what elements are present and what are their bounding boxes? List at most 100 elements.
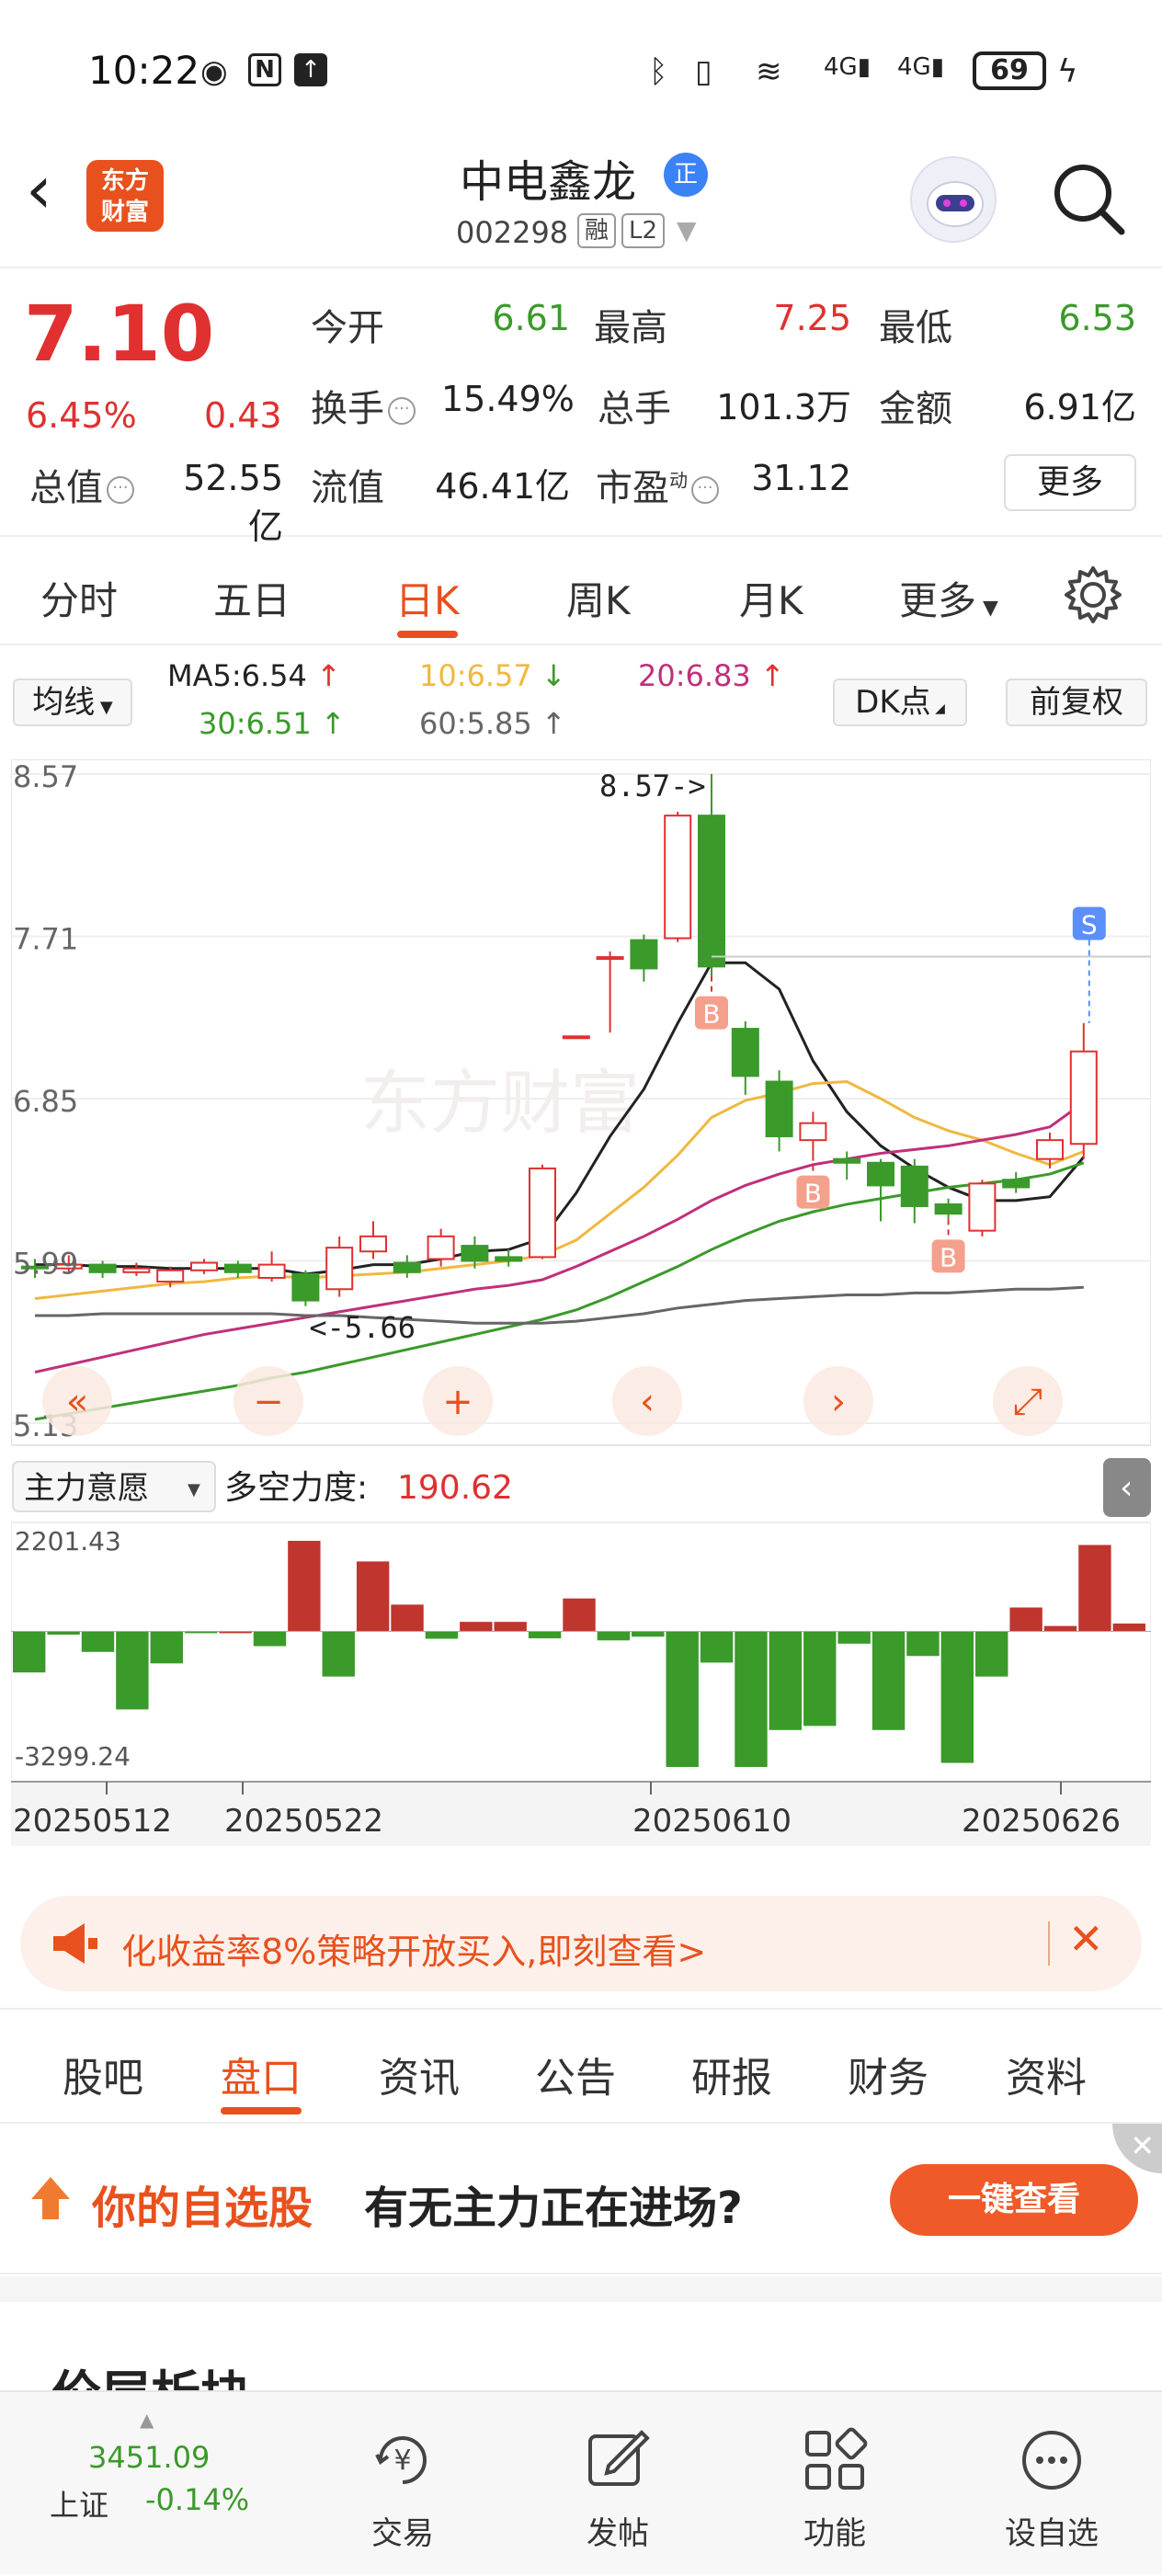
y-tick-label: 6.85 xyxy=(13,1084,78,1119)
tab-rik[interactable]: 日K xyxy=(395,570,460,626)
tab-wuri[interactable]: 五日 xyxy=(213,570,290,626)
subtab-guba[interactable]: 股吧 xyxy=(63,2045,143,2103)
subtab-zixun[interactable]: 资讯 xyxy=(379,2045,460,2103)
one-click-view-button[interactable]: 一键查看 xyxy=(890,2164,1138,2236)
nav-post[interactable]: 发帖 xyxy=(526,2392,710,2576)
ma60-text: 60:5.85 xyxy=(419,706,532,741)
megaphone-icon xyxy=(48,1916,103,1971)
kline-chart-svg[interactable]: 东方财富8.57-><-5.66BBBS8.577.716.855.995.13… xyxy=(10,758,1152,1872)
chevron-right-icon-glyph[interactable]: › xyxy=(831,1381,846,1423)
tab-yuek[interactable]: 月K xyxy=(739,570,803,626)
float-label: 流值 xyxy=(311,467,384,509)
zheng-badge: 正 xyxy=(664,153,708,197)
promo-question: 有无主力正在进场? xyxy=(364,2183,743,2234)
back-icon[interactable]: ‹ xyxy=(26,156,52,222)
indicator-bar xyxy=(906,1631,940,1657)
indicator-value: 190.62 xyxy=(397,1469,513,1507)
candle-body xyxy=(664,815,692,940)
pe-label-text: 市盈 xyxy=(596,467,669,509)
tab-zhouk[interactable]: 周K xyxy=(566,570,631,626)
close-icon[interactable]: ✕ xyxy=(1112,2124,1162,2173)
tab-more[interactable]: 更多 ▼ xyxy=(899,570,998,626)
indicator-bar xyxy=(735,1631,768,1767)
nav-functions[interactable]: 功能 xyxy=(743,2392,927,2576)
index-change: -0.14% xyxy=(145,2482,250,2517)
chevron-left-icon: ‹ xyxy=(1120,1469,1133,1507)
candle-body xyxy=(1002,1179,1031,1189)
gear-icon[interactable] xyxy=(1063,564,1123,625)
candle-body xyxy=(698,815,725,968)
dk-selector[interactable]: DK点 ◢ xyxy=(833,678,967,726)
promo-banner[interactable]: 你的自选股 有无主力正在进场? 一键查看 ✕ xyxy=(0,2124,1162,2274)
info-icon[interactable]: ··· xyxy=(691,476,719,504)
app-logo[interactable]: 东方 财富 xyxy=(86,160,164,232)
promo-headline: 你的自选股 xyxy=(92,2183,313,2234)
indicator-bar xyxy=(700,1631,734,1663)
chevron-down-icon: ▼ xyxy=(95,698,113,717)
indicator-selector-label: 主力意愿 xyxy=(24,1470,149,1507)
candle-body xyxy=(799,1122,827,1142)
chevron-down-icon: ▼ xyxy=(188,1480,200,1499)
chevron-left-icon-glyph[interactable]: ‹ xyxy=(640,1381,655,1423)
float-value: 46.41亿 xyxy=(435,466,570,507)
indicator-bar xyxy=(253,1631,287,1647)
nav-trade[interactable]: ¥ 交易 xyxy=(311,2392,495,2576)
search-icon[interactable] xyxy=(1048,158,1127,237)
charging-icon: ϟ xyxy=(1057,53,1078,90)
stock-name: 中电鑫龙 xyxy=(460,156,637,208)
tab-indicator xyxy=(397,631,458,638)
tab-fenshi[interactable]: 分时 xyxy=(40,570,118,626)
status-bar: 10:22 ◉ N ↑ ᛒ ▯ ≋ 4G▮ 4G▮ 69 ϟ xyxy=(0,0,1162,147)
adjust-selector[interactable]: 前复权 xyxy=(1006,678,1147,726)
pe-sup: 动 xyxy=(669,469,688,492)
indicator-bar xyxy=(837,1631,871,1644)
subtab-ziliao[interactable]: 资料 xyxy=(1006,2045,1087,2103)
minus-icon-glyph[interactable]: − xyxy=(253,1381,284,1423)
indicator-bar xyxy=(116,1631,149,1710)
high-label: 最高 xyxy=(594,307,667,349)
nav-add-watchlist[interactable]: 设自选 xyxy=(960,2392,1144,2576)
stock-header: ‹ 东方 财富 中电鑫龙 正 002298 融 L2 ▼ xyxy=(0,138,1162,268)
indicator-bar xyxy=(288,1541,321,1632)
double-left-icon-glyph[interactable]: « xyxy=(66,1381,88,1423)
expand-icon-glyph[interactable]: ⤢ xyxy=(1013,1381,1042,1423)
kline-chart-area[interactable]: 东方财富 8.57-> <-5.66 B B B S 8.57 7.71 6.85 5.99 5.13… xyxy=(10,758,1152,1846)
ma-selector[interactable]: 均线 ▼ xyxy=(13,678,132,726)
dk-label: DK点 xyxy=(855,684,931,721)
indicator-bar xyxy=(632,1631,665,1637)
indicator-bar xyxy=(47,1631,80,1636)
change-amount: 0.43 xyxy=(204,395,282,436)
watermark-text: 东方财富 xyxy=(360,1062,640,1144)
more-dots-icon xyxy=(1022,2431,1081,2490)
period-tabs: 分时 五日 日K 周K 月K 更多 ▼ xyxy=(0,539,1162,645)
ma30-label: 30:6.51 ↑ xyxy=(199,706,346,741)
index-value: 3451.09 xyxy=(88,2440,211,2475)
candle-body xyxy=(325,1247,354,1291)
ma30-text: 30:6.51 xyxy=(199,706,312,741)
pe-label: 市盈动 ··· xyxy=(596,458,719,511)
candle-body xyxy=(529,1167,556,1259)
info-icon[interactable]: ··· xyxy=(388,397,416,425)
close-icon[interactable]: ✕ xyxy=(1068,1914,1104,1964)
upload-icon: ↑ xyxy=(294,53,327,86)
info-icon[interactable]: ··· xyxy=(107,476,134,504)
bottom-nav: 3451.09 上证 -0.14% ▲ ¥ 交易 发帖 功能 设自选 xyxy=(0,2390,1162,2574)
dropdown-icon[interactable]: ▼ xyxy=(677,215,697,245)
robot-avatar-icon[interactable] xyxy=(910,156,997,243)
more-button[interactable]: 更多 xyxy=(1004,454,1136,511)
subtab-gonggao[interactable]: 公告 xyxy=(535,2045,616,2103)
high-value: 7.25 xyxy=(773,298,851,338)
signal-4g-icon: 4G▮ xyxy=(897,53,944,81)
mktcap-label-text: 总值 xyxy=(29,467,103,509)
x-axis-label: 20250512 xyxy=(13,1803,172,1840)
ad-divider xyxy=(1048,1921,1050,1966)
subtab-yanbao[interactable]: 研报 xyxy=(691,2045,772,2103)
plus-icon-glyph[interactable]: + xyxy=(442,1381,473,1423)
ad-banner[interactable]: 化收益率8%策略开放买入,即刻查看> ✕ xyxy=(20,1896,1142,1991)
candle-body xyxy=(1036,1139,1064,1160)
index-ticker[interactable]: 3451.09 上证 -0.14% ▲ xyxy=(0,2392,249,2576)
subtab-pankou[interactable]: 盘口 xyxy=(221,2045,302,2103)
subtab-caiwu[interactable]: 财务 xyxy=(848,2045,928,2103)
ad-text[interactable]: 化收益率8%策略开放买入,即刻查看> xyxy=(121,1923,706,1974)
status-time: 10:22 xyxy=(88,48,200,93)
